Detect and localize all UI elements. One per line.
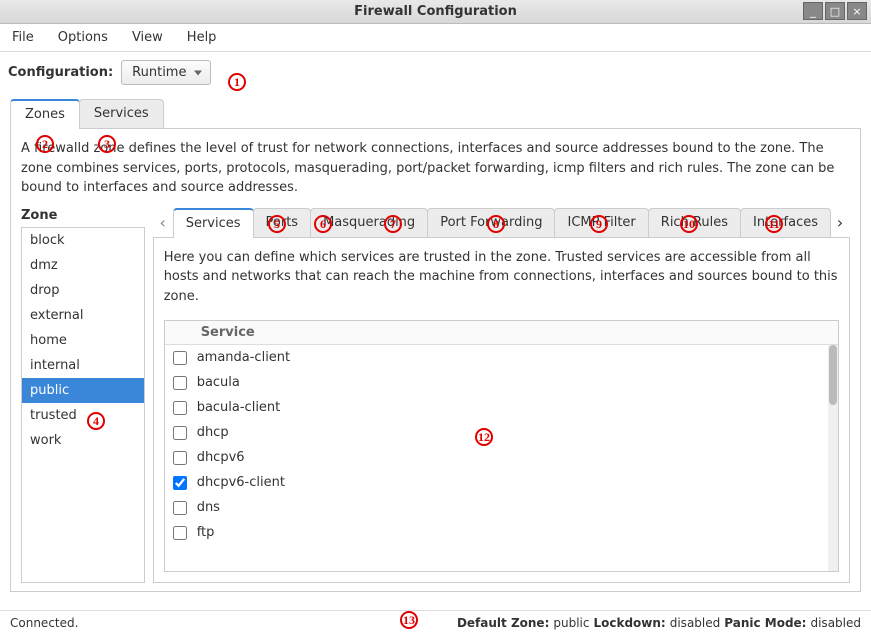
status-lockdown-label: Lockdown: <box>593 616 665 630</box>
service-name: amanda-client <box>197 350 290 365</box>
service-row[interactable]: bacula <box>165 370 838 395</box>
zone-detail-panel: ‹ Services Ports Masquerading Port Forwa… <box>153 208 850 583</box>
zone-item-external[interactable]: external <box>22 303 144 328</box>
zone-item-dmz[interactable]: dmz <box>22 253 144 278</box>
configuration-value: Runtime <box>132 65 186 80</box>
window-controls: _ □ × <box>803 2 867 20</box>
service-name: bacula <box>197 375 240 390</box>
subtab-interfaces[interactable]: Interfaces <box>740 208 831 237</box>
menubar: File Options View Help <box>0 24 871 52</box>
zone-label: Zone <box>21 208 145 223</box>
subtab-masquerading[interactable]: Masquerading <box>310 208 428 237</box>
zone-item-trusted[interactable]: trusted <box>22 403 144 428</box>
maximize-button[interactable]: □ <box>825 2 845 20</box>
service-checkbox[interactable] <box>173 401 187 415</box>
zone-item-work[interactable]: work <box>22 428 144 453</box>
service-row[interactable]: dns <box>165 495 838 520</box>
sub-tabs: Services Ports Masquerading Port Forward… <box>173 208 830 237</box>
service-name: dns <box>197 500 220 515</box>
service-checkbox[interactable] <box>173 451 187 465</box>
service-checkbox[interactable] <box>173 426 187 440</box>
zone-list[interactable]: blockdmzdropexternalhomeinternalpublictr… <box>21 227 145 583</box>
main-panel: A firewalld zone defines the level of tr… <box>10 128 861 592</box>
zone-description: A firewalld zone defines the level of tr… <box>21 139 850 198</box>
service-row[interactable]: amanda-client <box>165 345 838 370</box>
service-checkbox[interactable] <box>173 476 187 490</box>
configuration-label: Configuration: <box>8 65 113 80</box>
service-name: ftp <box>197 525 215 540</box>
subtab-port-forwarding[interactable]: Port Forwarding <box>427 208 555 237</box>
services-panel: Here you can define which services are t… <box>153 237 850 583</box>
zone-item-drop[interactable]: drop <box>22 278 144 303</box>
status-panic-label: Panic Mode: <box>724 616 806 630</box>
subtab-services[interactable]: Services <box>173 208 254 237</box>
window-title: Firewall Configuration <box>354 4 517 19</box>
menu-file[interactable]: File <box>8 26 38 49</box>
subtab-ports[interactable]: Ports <box>253 208 312 237</box>
services-description: Here you can define which services are t… <box>164 248 839 307</box>
status-panic: disabled <box>810 616 861 630</box>
service-row[interactable]: bacula-client <box>165 395 838 420</box>
service-row[interactable]: dhcpv6 <box>165 445 838 470</box>
subtab-icmp-filter[interactable]: ICMP Filter <box>554 208 648 237</box>
service-checkbox[interactable] <box>173 501 187 515</box>
zone-item-internal[interactable]: internal <box>22 353 144 378</box>
status-default-zone-label: Default Zone: <box>457 616 549 630</box>
service-row[interactable]: dhcpv6-client <box>165 470 838 495</box>
tab-zones[interactable]: Zones <box>10 99 80 128</box>
tab-services[interactable]: Services <box>79 99 164 128</box>
zone-item-home[interactable]: home <box>22 328 144 353</box>
zone-list-panel: Zone blockdmzdropexternalhomeinternalpub… <box>21 208 145 583</box>
menu-options[interactable]: Options <box>54 26 112 49</box>
status-right: Default Zone: public Lockdown: disabled … <box>457 616 861 630</box>
scroll-left-icon[interactable]: ‹ <box>153 213 173 232</box>
scrollbar[interactable] <box>828 345 838 571</box>
service-column-header[interactable]: Service <box>165 321 838 345</box>
service-checkbox[interactable] <box>173 351 187 365</box>
zone-item-public[interactable]: public <box>22 378 144 403</box>
service-name: dhcp <box>197 425 229 440</box>
close-button[interactable]: × <box>847 2 867 20</box>
service-checkbox[interactable] <box>173 376 187 390</box>
main-tabs: Zones Services <box>10 99 861 128</box>
scroll-right-icon[interactable]: › <box>830 213 850 232</box>
statusbar: Connected. Default Zone: public Lockdown… <box>0 610 871 634</box>
services-table: Service amanda-client bacula bacula-client… <box>164 320 839 572</box>
menu-help[interactable]: Help <box>183 26 221 49</box>
scrollbar-thumb[interactable] <box>829 345 837 405</box>
menu-view[interactable]: View <box>128 26 167 49</box>
service-row[interactable]: ftp <box>165 520 838 545</box>
status-lockdown: disabled <box>670 616 721 630</box>
service-row[interactable]: dhcp <box>165 420 838 445</box>
minimize-button[interactable]: _ <box>803 2 823 20</box>
service-checkbox[interactable] <box>173 526 187 540</box>
titlebar: Firewall Configuration _ □ × <box>0 0 871 24</box>
subtab-rich-rules[interactable]: Rich Rules <box>648 208 741 237</box>
service-name: bacula-client <box>197 400 281 415</box>
service-name: dhcpv6-client <box>197 475 285 490</box>
configuration-select[interactable]: Runtime <box>121 60 211 85</box>
sub-tabs-row: ‹ Services Ports Masquerading Port Forwa… <box>153 208 850 237</box>
status-connection: Connected. <box>10 616 78 630</box>
zone-area: Zone blockdmzdropexternalhomeinternalpub… <box>21 208 850 583</box>
zone-item-block[interactable]: block <box>22 228 144 253</box>
service-name: dhcpv6 <box>197 450 245 465</box>
status-default-zone: public <box>553 616 589 630</box>
configuration-row: Configuration: Runtime <box>0 52 871 93</box>
